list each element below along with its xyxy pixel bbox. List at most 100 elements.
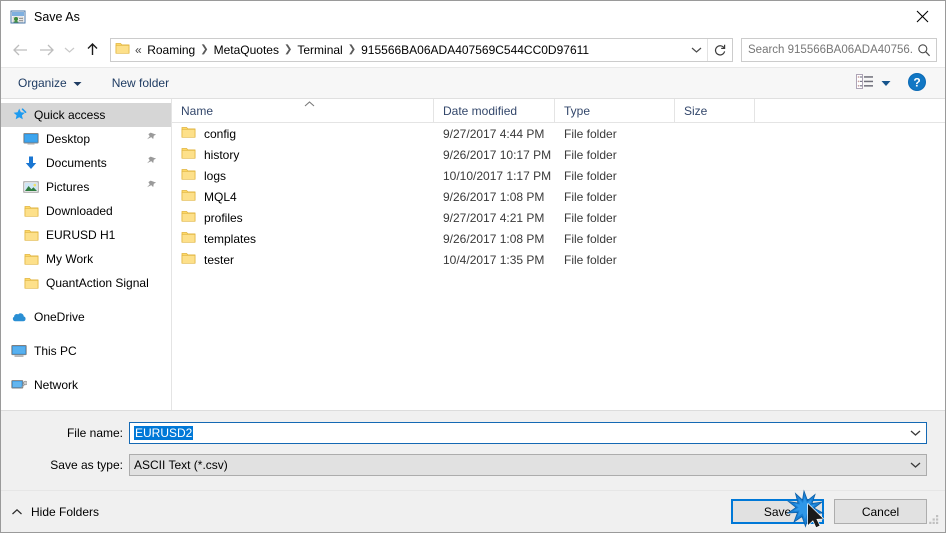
file-list-pane: Name Date modified Type Size config 9/27… — [172, 97, 945, 410]
pin-icon[interactable] — [146, 180, 157, 194]
table-row[interactable]: logs 10/10/2017 1:17 PM File folder — [172, 165, 945, 186]
save-as-type-select[interactable]: ASCII Text (*.csv) — [129, 453, 927, 476]
sidebar-item-pictures[interactable]: Pictures — [1, 175, 171, 199]
folder-icon — [181, 125, 196, 142]
save-button[interactable]: Save — [731, 499, 824, 524]
title-bar: Save As — [1, 1, 945, 32]
hide-folders-button[interactable]: Hide Folders — [11, 505, 99, 519]
table-row[interactable]: history 9/26/2017 10:17 PM File folder — [172, 144, 945, 165]
breadcrumb-item-metaquotes[interactable]: MetaQuotes — [210, 41, 283, 59]
up-arrow-icon[interactable] — [79, 37, 105, 63]
table-row[interactable]: profiles 9/27/2017 4:21 PM File folder — [172, 207, 945, 228]
view-caret-down-icon[interactable] — [881, 76, 891, 90]
view-mode-button[interactable] — [856, 74, 897, 92]
file-date-cell: 10/10/2017 1:17 PM — [443, 168, 552, 183]
address-bar[interactable]: « Roaming ❯ MetaQuotes ❯ Terminal ❯ 9155… — [110, 37, 733, 62]
sidebar-item-onedrive[interactable]: OneDrive — [1, 305, 171, 329]
help-icon[interactable]: ? — [907, 72, 929, 94]
sidebar-item-label: QuantAction Signal — [46, 276, 149, 290]
column-header-date-modified[interactable]: Date modified — [434, 98, 555, 123]
file-type-cell: File folder — [564, 126, 617, 141]
pin-icon[interactable] — [146, 132, 157, 146]
column-header-size[interactable]: Size — [675, 98, 755, 123]
table-row[interactable]: tester 10/4/2017 1:35 PM File folder — [172, 249, 945, 270]
sidebar-item-eurusd-h1[interactable]: EURUSD H1 — [1, 223, 171, 247]
table-row[interactable]: templates 9/26/2017 1:08 PM File folder — [172, 228, 945, 249]
sidebar-item-label: Documents — [46, 156, 107, 170]
file-name-cell: profiles — [172, 209, 434, 226]
file-rows: config 9/27/2017 4:44 PM File folder his… — [172, 123, 945, 410]
file-type-cell: File folder — [564, 210, 617, 225]
save-as-type-row: Save as type: ASCII Text (*.csv) — [1, 452, 945, 477]
sidebar-item-label: EURUSD H1 — [46, 228, 116, 242]
column-header-name[interactable]: Name — [172, 97, 434, 123]
breadcrumb-separator-icon: ❯ — [283, 44, 293, 55]
sidebar-item-this-pc[interactable]: This PC — [1, 339, 171, 363]
breadcrumb-overflow[interactable]: « — [133, 41, 143, 59]
save-as-dialog: Save As « Roaming ❯ MetaQuotes ❯ Termina… — [0, 0, 946, 533]
sidebar-item-documents[interactable]: Documents — [1, 151, 171, 175]
file-name-cell: history — [172, 146, 434, 163]
file-name-cell: MQL4 — [172, 188, 434, 205]
organize-button[interactable]: Organize — [15, 73, 85, 93]
sidebar-item-quantaction-signal[interactable]: QuantAction Signal — [1, 271, 171, 295]
sidebar-item-network[interactable]: Network — [1, 373, 171, 397]
close-icon[interactable] — [899, 1, 945, 31]
dialog-buttons: Save Cancel — [731, 499, 927, 524]
forward-arrow-icon[interactable] — [33, 37, 59, 63]
file-name-cell: logs — [172, 167, 434, 184]
column-header-type[interactable]: Type — [555, 98, 675, 123]
view-layout-icon[interactable] — [856, 74, 874, 92]
column-header-label: Size — [684, 103, 708, 118]
file-type-cell: File folder — [564, 189, 617, 204]
sidebar-item-quick-access[interactable]: Quick access — [1, 103, 171, 127]
file-name-label: tester — [204, 252, 235, 267]
cancel-button[interactable]: Cancel — [834, 499, 927, 524]
table-row[interactable]: config 9/27/2017 4:44 PM File folder — [172, 123, 945, 144]
breadcrumb-item-instance-id[interactable]: 915566BA06ADA407569C544CC0D97611 — [357, 41, 593, 59]
new-folder-label: New folder — [111, 76, 170, 90]
sidebar-item-desktop[interactable]: Desktop — [1, 127, 171, 151]
file-type-cell: File folder — [564, 168, 617, 183]
back-arrow-icon[interactable] — [7, 37, 33, 63]
file-date-cell: 9/27/2017 4:21 PM — [443, 210, 545, 225]
address-chevron-down-icon[interactable] — [685, 46, 707, 54]
file-name-chevron-down-icon[interactable] — [904, 429, 926, 437]
file-date-cell: 10/4/2017 1:35 PM — [443, 252, 545, 267]
pin-icon[interactable] — [146, 156, 157, 170]
desktop-icon — [23, 131, 39, 147]
table-row[interactable]: MQL4 9/26/2017 1:08 PM File folder — [172, 186, 945, 207]
hide-folders-label: Hide Folders — [31, 504, 100, 519]
chevron-up-icon — [11, 505, 23, 519]
recent-locations-chevron-down-icon[interactable] — [59, 37, 79, 63]
file-name-input[interactable]: EURUSD2 — [129, 421, 927, 444]
sidebar-item-downloaded[interactable]: Downloaded — [1, 199, 171, 223]
search-input[interactable]: Search 915566BA06ADA40756... — [741, 37, 937, 62]
onedrive-icon — [11, 309, 27, 325]
folder-icon — [23, 275, 39, 291]
file-date-cell: 9/26/2017 1:08 PM — [443, 231, 545, 246]
breadcrumb[interactable]: « Roaming ❯ MetaQuotes ❯ Terminal ❯ 9155… — [133, 41, 685, 59]
resize-grip-icon[interactable] — [927, 512, 941, 529]
file-name-cell: templates — [172, 230, 434, 247]
save-button-label: Save — [763, 504, 792, 519]
sidebar-item-label: My Work — [46, 252, 94, 266]
search-icon[interactable] — [912, 43, 936, 57]
folder-icon — [23, 203, 39, 219]
save-as-type-chevron-down-icon[interactable] — [904, 461, 926, 469]
breadcrumb-item-roaming[interactable]: Roaming — [143, 41, 199, 59]
sidebar-item-my-work[interactable]: My Work — [1, 247, 171, 271]
breadcrumb-separator-icon: ❯ — [200, 44, 209, 55]
new-folder-button[interactable]: New folder — [109, 73, 172, 93]
navigation-bar: « Roaming ❯ MetaQuotes ❯ Terminal ❯ 9155… — [1, 32, 945, 68]
breadcrumb-item-terminal[interactable]: Terminal — [293, 41, 346, 59]
sidebar-item-label: Pictures — [46, 180, 90, 194]
sort-ascending-icon — [303, 97, 316, 111]
folder-icon — [23, 227, 39, 243]
command-bar: Organize New folder ? — [1, 68, 945, 99]
folder-icon — [181, 251, 196, 268]
dialog-footer: Hide Folders Save Cancel — [1, 490, 945, 532]
refresh-icon[interactable] — [708, 43, 732, 57]
sidebar-item-label: Desktop — [46, 132, 91, 146]
